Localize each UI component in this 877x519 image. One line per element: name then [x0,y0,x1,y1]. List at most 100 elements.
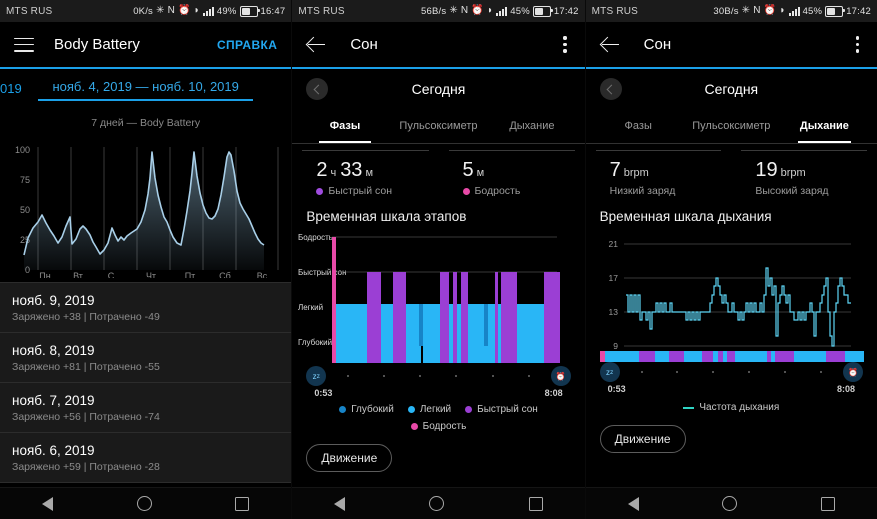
alarm-clock-icon[interactable]: ⏰ [842,362,863,382]
tab-pulse-oximeter[interactable]: Пульсоксиметр [685,109,778,143]
sleep-zzz-icon[interactable]: zz [306,366,327,386]
previous-day-button[interactable] [306,78,329,100]
sleep-timeline-track: zz ⏰ [292,366,584,386]
list-item-date: нояб. 9, 2019 [12,293,95,308]
legend-breathing-rate: Частота дыхания [683,402,779,413]
status-bar-3: MTS RUS 30B/s ✳ N ⏰ ◗ 45% 17:42 [585,0,877,22]
nfc-icon: N [460,5,469,16]
timeline-tick-dots [330,375,546,377]
svg-text:50: 50 [20,205,30,215]
page-title: Сон [350,36,378,53]
tab-phases[interactable]: Фазы [298,109,391,143]
legend-deep: Глубокий [339,404,394,415]
list-item-detail: Заряжено +56 | Потрачено -74 [12,411,160,423]
carrier-label: MTS RUS [6,5,53,17]
legend-label: Бодрость [422,421,467,432]
list-item[interactable]: нояб. 8, 2019 Заряжено +81 | Потрачено -… [0,333,292,383]
movement-button[interactable]: Движение [306,444,393,472]
legend-label: Частота дыхания [699,402,780,413]
list-item[interactable]: нояб. 6, 2019 Заряжено +59 | Потрачено -… [0,433,292,483]
stat-unit: brpm [623,167,649,179]
tab-label: Фазы [624,120,652,132]
nav-back-icon[interactable] [627,496,639,511]
body-battery-chart[interactable]: 100 75 50 25 0 [0,133,291,278]
back-arrow-icon[interactable] [306,34,328,56]
nav-recents-icon[interactable] [528,496,543,511]
svg-text:17: 17 [608,273,618,283]
movement-button[interactable]: Движение [599,425,686,453]
nav-recents-icon[interactable] [235,496,250,511]
previous-day-button[interactable] [599,78,622,100]
back-arrow-icon[interactable] [600,34,622,56]
tab-label: Фазы [329,120,361,132]
alarm-icon: ⏰ [763,5,777,16]
app-bar-3: Сон [585,22,877,67]
help-button[interactable]: СПРАВКА [217,38,277,52]
nav-home-icon[interactable] [136,496,152,511]
list-item-date: нояб. 7, 2019 [12,393,95,408]
list-item[interactable]: нояб. 9, 2019 Заряжено +38 | Потрачено -… [0,282,292,333]
legend-dot-rem [465,406,473,413]
wifi-icon: ◗ [779,5,786,16]
sleep-start-time: 0:53 [607,384,626,394]
hamburger-icon[interactable] [14,37,34,52]
nav-back-icon[interactable] [334,496,346,511]
breathing-legend: Частота дыхания [586,394,877,415]
stat-value: 5 [462,159,474,181]
stat-unit: ч [330,167,337,179]
legend-dot-rem [316,187,324,195]
android-nav-bar-2 [292,487,585,519]
nav-back-icon[interactable] [41,496,53,511]
svg-text:Быстрый сон: Быстрый сон [298,268,347,277]
legend-dot-deep [339,406,347,413]
nav-recents-icon[interactable] [821,496,836,511]
breathing-rate-chart[interactable]: 21 17 13 9 [586,228,877,353]
wifi-icon: ◗ [487,5,494,16]
breathing-timeline-track: zz ⏰ [586,362,877,382]
date-range-selector: 019 нояб. 4, 2019 — нояб. 10, 2019 [0,69,292,111]
network-speed-label: 0K/s [133,5,153,17]
nav-home-icon[interactable] [429,496,445,511]
svg-text:13: 13 [608,307,618,317]
page-title: Body Battery [54,36,140,53]
kebab-menu-icon[interactable] [852,32,863,56]
list-item-detail: Заряжено +59 | Потрачено -28 [12,461,160,473]
sleep-stage-hypnogram[interactable]: Бодрость Быстрый сон Легкий Глубокий [292,228,584,368]
day-label: Сегодня [411,81,466,97]
sleep-zzz-icon[interactable]: zz [599,362,620,382]
section-title-breathing: Временная шкала дыхания [599,209,772,224]
page-title: Сон [643,36,672,53]
nav-home-icon[interactable] [722,496,738,511]
timeline-axis-labels: 0:53 8:08 [292,386,584,398]
kebab-menu-icon[interactable] [559,32,570,56]
svg-text:21: 21 [608,239,618,249]
legend-awake: Бодрость [410,421,467,432]
status-bar-2: MTS RUS 56B/s ✳ N ⏰ ◗ 45% 17:42 [292,0,585,22]
alarm-clock-icon[interactable]: ⏰ [550,366,571,386]
stat-unit-2: м [365,167,373,179]
android-nav-bar-1 [0,487,292,519]
battery-icon [532,5,553,17]
legend-dot-awake [410,423,418,430]
timeline-tick-dots [624,371,839,373]
panel-sleep-phases: MTS RUS 56B/s ✳ N ⏰ ◗ 45% 17:42 Сон Сего… [291,0,585,519]
stat-label: Бодрость [474,185,521,197]
legend-line-breathing [683,406,695,409]
svg-text:9: 9 [613,341,618,351]
tab-breathing[interactable]: Дыхание [485,109,578,143]
tab-breathing[interactable]: Дыхание [778,109,871,143]
tab-pulse-oximeter[interactable]: Пульсоксиметр [392,109,485,143]
legend-rem: Быстрый сон [465,404,538,415]
svg-text:Вт: Вт [73,271,83,278]
nfc-icon: N [753,5,761,16]
svg-text:100: 100 [15,145,30,155]
carrier-label: MTS RUS [591,5,639,17]
current-week-tab[interactable]: нояб. 4, 2019 — нояб. 10, 2019 [38,79,254,101]
breathing-stats: 7 brpm Низкий заряд 19 brpm Высокий заряд [586,144,877,199]
list-item[interactable]: нояб. 7, 2019 Заряжено +56 | Потрачено -… [0,383,292,433]
app-bar-2: Сон [292,22,585,67]
previous-week-tab[interactable]: 019 [0,81,22,96]
tab-phases[interactable]: Фазы [592,109,685,143]
bluetooth-icon: ✳ [449,5,458,16]
sleep-start-time: 0:53 [314,388,333,398]
